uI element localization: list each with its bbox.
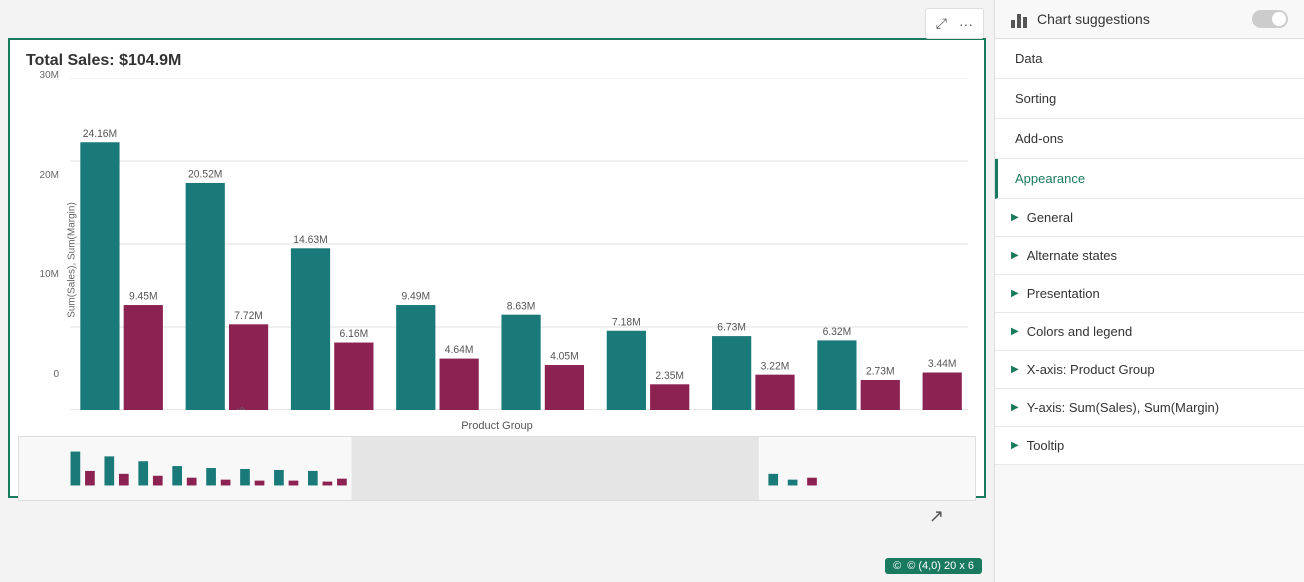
panel-title: Chart suggestions <box>1037 11 1244 27</box>
bar-last-margin[interactable] <box>923 373 962 410</box>
chart-suggestions-toggle[interactable] <box>1252 10 1288 28</box>
svg-text:6.16M: 6.16M <box>340 328 369 340</box>
bar-baking-margin[interactable] <box>755 375 794 410</box>
right-panel: Chart suggestions Data Sorting Add-ons A… <box>994 0 1304 582</box>
chevron-alternate: ▶ <box>1011 250 1019 261</box>
copyright-icon: © <box>893 560 901 572</box>
bar-frozen-sales[interactable] <box>396 305 435 410</box>
nav-appearance[interactable]: Appearance <box>995 159 1304 199</box>
expandable-y-axis[interactable]: ▶ Y-axis: Sum(Sales), Sum(Margin) <box>995 389 1304 427</box>
chevron-xaxis: ▶ <box>1011 364 1019 375</box>
status-bar: © © (4,0) 20 x 6 <box>885 558 982 574</box>
svg-text:4.64M: 4.64M <box>445 344 474 356</box>
bar-dairy-margin[interactable] <box>650 384 689 410</box>
status-text: © (4,0) 20 x 6 <box>907 560 974 572</box>
chevron-general: ▶ <box>1011 212 1019 223</box>
svg-text:3.22M: 3.22M <box>761 360 790 372</box>
bar-dairy-sales[interactable] <box>607 331 646 410</box>
expandable-x-axis[interactable]: ▶ X-axis: Product Group <box>995 351 1304 389</box>
nav-data[interactable]: Data <box>995 39 1304 79</box>
svg-text:9.45M: 9.45M <box>129 291 158 303</box>
svg-text:6.32M: 6.32M <box>823 326 852 338</box>
colors-legend-label: Colors and legend <box>1027 324 1133 339</box>
more-options-button[interactable]: ··· <box>955 13 977 34</box>
bar-baking-sales[interactable] <box>712 336 751 410</box>
x-axis-label-text: X-axis: Product Group <box>1027 362 1155 377</box>
presentation-label: Presentation <box>1027 286 1100 301</box>
chevron-presentation: ▶ <box>1011 288 1019 299</box>
cursor-indicator: ↗ <box>929 506 944 527</box>
nav-sorting[interactable]: Sorting <box>995 79 1304 119</box>
bar-snacks-sales[interactable] <box>501 315 540 410</box>
chart-icon <box>1011 10 1029 28</box>
y-tick-20m: 20M <box>10 170 59 181</box>
svg-text:20.52M: 20.52M <box>188 168 222 180</box>
y-axis-label: Sum(Sales), Sum(Margin) <box>66 202 77 318</box>
expandable-colors-legend[interactable]: ▶ Colors and legend <box>995 313 1304 351</box>
y-tick-0: 0 <box>10 369 59 380</box>
bar-beverages-sales[interactable] <box>817 340 856 410</box>
chart-svg: 24.16M 9.45M 20.52M 7.72M 14.63M 6.16M 9… <box>70 78 968 410</box>
tooltip-label: Tooltip <box>1027 438 1065 453</box>
bar-produce-margin[interactable] <box>124 305 163 410</box>
chevron-colors: ▶ <box>1011 326 1019 337</box>
svg-text:3.44M: 3.44M <box>928 358 957 370</box>
expand-button[interactable]: ⤢ <box>932 13 951 34</box>
alternate-states-label: Alternate states <box>1027 248 1117 263</box>
svg-text:7.18M: 7.18M <box>612 316 641 328</box>
chart-container: ⤢ ··· Total Sales: $104.9M Sum(Sales), S… <box>8 38 986 498</box>
bar-deli-sales[interactable] <box>291 248 330 410</box>
chevron-yaxis: ▶ <box>1011 402 1019 413</box>
bar-frozen-margin[interactable] <box>440 359 479 410</box>
svg-text:6.73M: 6.73M <box>717 322 746 334</box>
panel-nav: Data Sorting Add-ons Appearance <box>995 39 1304 199</box>
chart-toolbar: ⤢ ··· <box>925 8 984 39</box>
svg-text:7.72M: 7.72M <box>234 310 263 322</box>
expandable-alternate-states[interactable]: ▶ Alternate states <box>995 237 1304 275</box>
bar-beverages-margin[interactable] <box>861 380 900 410</box>
general-label: General <box>1027 210 1073 225</box>
svg-text:24.16M: 24.16M <box>83 128 117 140</box>
bar-canned-sales[interactable] <box>186 183 225 410</box>
svg-text:9.49M: 9.49M <box>401 291 430 303</box>
bar-deli-margin[interactable] <box>334 343 373 410</box>
svg-text:14.63M: 14.63M <box>293 234 327 246</box>
bar-snacks-margin[interactable] <box>545 365 584 410</box>
expandable-section: ▶ General ▶ Alternate states ▶ Presentat… <box>995 199 1304 465</box>
bar-canned-margin[interactable] <box>229 324 268 410</box>
nav-addons[interactable]: Add-ons <box>995 119 1304 159</box>
svg-text:4.05M: 4.05M <box>550 351 579 363</box>
expandable-presentation[interactable]: ▶ Presentation <box>995 275 1304 313</box>
chart-title: Total Sales: $104.9M <box>10 40 984 70</box>
mini-chart <box>18 436 976 501</box>
expandable-general[interactable]: ▶ General <box>995 199 1304 237</box>
chevron-tooltip: ▶ <box>1011 440 1019 451</box>
svg-text:2.73M: 2.73M <box>866 365 895 377</box>
y-axis-label-text: Y-axis: Sum(Sales), Sum(Margin) <box>1027 400 1219 415</box>
svg-text:2.35M: 2.35M <box>655 370 684 382</box>
svg-text:8.63M: 8.63M <box>507 300 536 312</box>
chart-area: ⤢ ··· Total Sales: $104.9M Sum(Sales), S… <box>0 0 994 582</box>
expandable-tooltip[interactable]: ▶ Tooltip <box>995 427 1304 465</box>
panel-header: Chart suggestions <box>995 0 1304 39</box>
bar-chart-wrapper: Sum(Sales), Sum(Margin) 24.16M 9.45M <box>10 70 984 450</box>
y-tick-10m: 10M <box>10 269 59 280</box>
bar-produce-sales[interactable] <box>80 142 119 410</box>
y-tick-30m: 30M <box>10 70 59 81</box>
